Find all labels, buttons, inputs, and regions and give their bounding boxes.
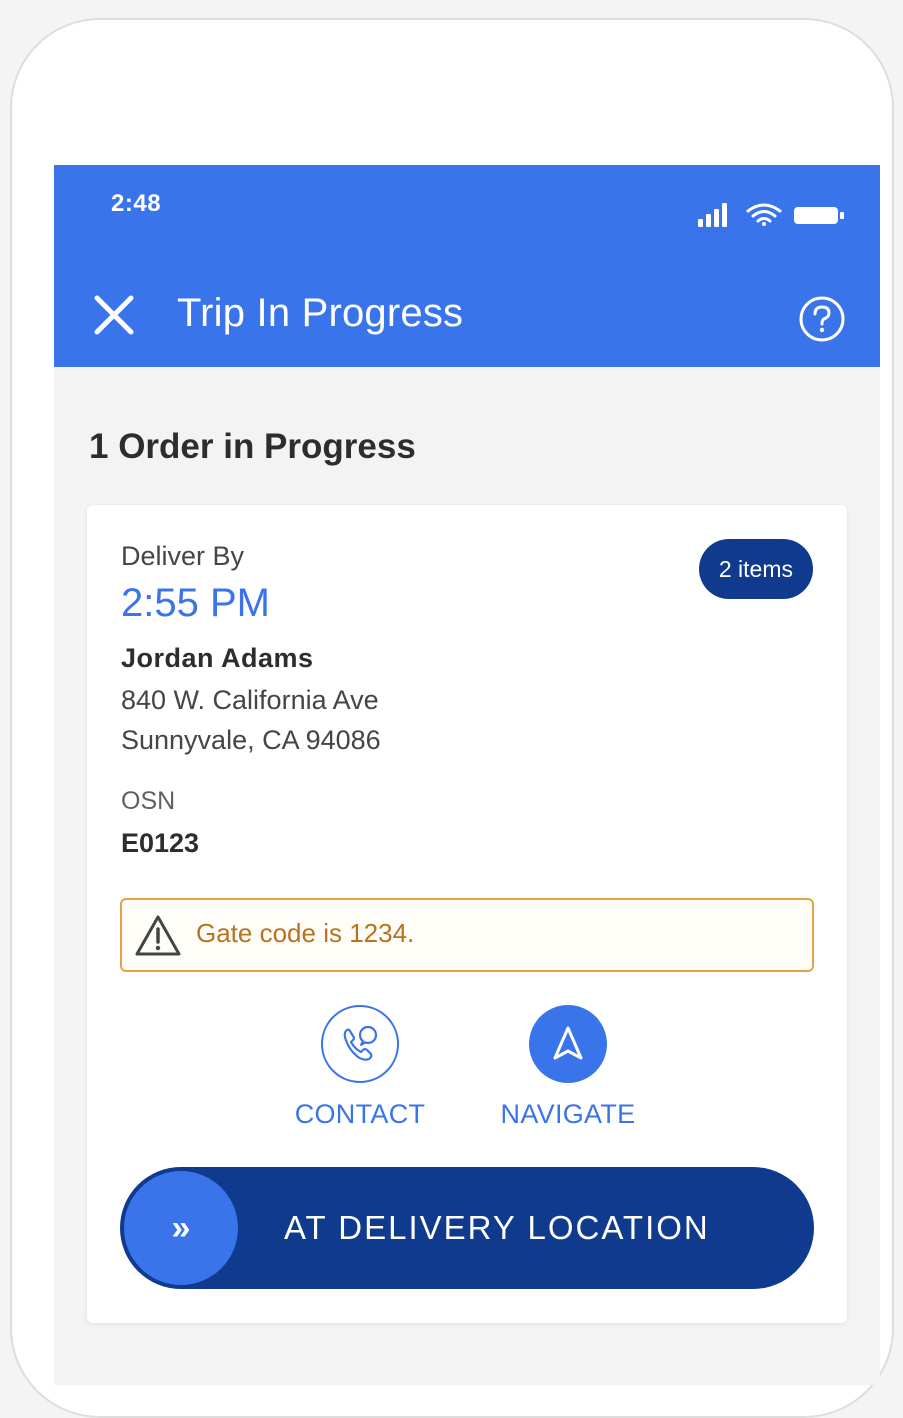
order-card: Deliver By 2:55 PM 2 items Jordan Adams … xyxy=(87,505,847,1323)
app-screen: 2:48 Trip In Progress 1 Order in Progres… xyxy=(54,165,880,1385)
osn-value: E0123 xyxy=(121,828,200,858)
warning-icon xyxy=(135,915,181,956)
navigate-icon-circle[interactable] xyxy=(529,1005,607,1083)
battery-icon xyxy=(794,207,844,224)
help-circle-icon xyxy=(799,296,845,342)
items-badge[interactable]: 2 items xyxy=(698,539,813,599)
close-button[interactable] xyxy=(92,293,136,337)
signal-icon xyxy=(698,203,727,227)
navigate-button[interactable]: NAVIGATE xyxy=(483,1005,653,1130)
deliver-by-time: 2:55 PM xyxy=(121,581,270,625)
page-title: Trip In Progress xyxy=(177,291,464,335)
navigate-label[interactable]: NAVIGATE xyxy=(483,1099,653,1130)
wifi-icon xyxy=(746,203,782,226)
phone-frame: 2:48 Trip In Progress 1 Order in Progres… xyxy=(10,18,894,1418)
slider-handle[interactable]: » xyxy=(124,1171,238,1285)
help-button[interactable] xyxy=(798,295,846,343)
close-icon xyxy=(94,295,134,335)
slider-label: AT DELIVERY LOCATION xyxy=(284,1209,710,1246)
phone-chat-icon xyxy=(343,1025,378,1061)
status-time: 2:48 xyxy=(111,190,162,217)
orders-heading: 1 Order in Progress xyxy=(89,427,416,466)
gate-code-alert: Gate code is 1234. xyxy=(120,898,814,972)
deliver-by-label: Deliver By xyxy=(121,541,245,571)
navigation-arrow-icon xyxy=(553,1026,583,1060)
osn-label: OSN xyxy=(121,787,176,815)
contact-label[interactable]: CONTACT xyxy=(275,1099,445,1130)
at-delivery-location-slider[interactable]: » AT DELIVERY LOCATION xyxy=(120,1167,814,1289)
app-bar: 2:48 Trip In Progress xyxy=(54,165,880,367)
status-icons xyxy=(698,203,848,227)
address-line-2: Sunnyvale, CA 94086 xyxy=(121,725,381,755)
double-chevron-right-icon: » xyxy=(171,1209,191,1247)
address-line-1: 840 W. California Ave xyxy=(121,685,379,715)
contact-icon-circle[interactable] xyxy=(321,1005,399,1083)
customer-name: Jordan Adams xyxy=(121,643,314,673)
alert-text: Gate code is 1234. xyxy=(196,918,415,948)
contact-button[interactable]: CONTACT xyxy=(275,1005,445,1130)
